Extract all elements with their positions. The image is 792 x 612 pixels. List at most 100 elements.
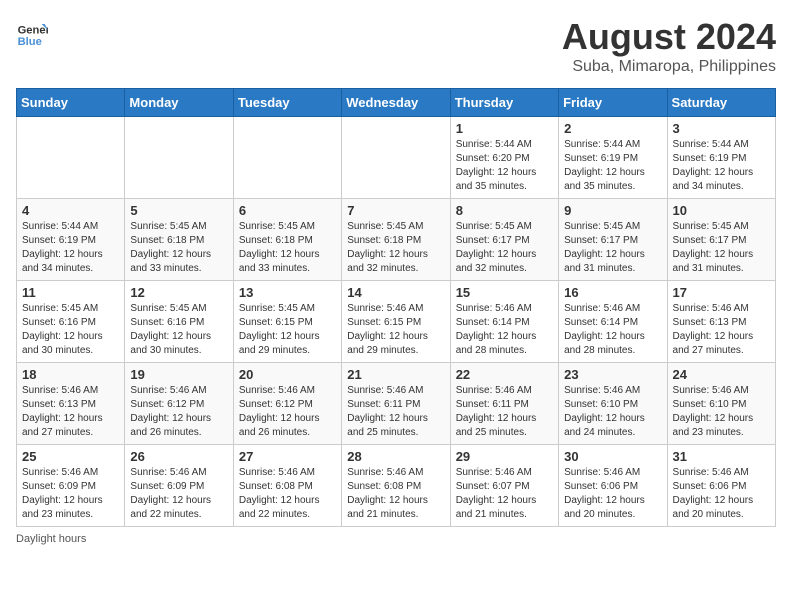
calendar-cell: 14 Sunrise: 5:46 AM Sunset: 6:15 PM Dayli… [342,281,450,363]
calendar-cell: 29 Sunrise: 5:46 AM Sunset: 6:07 PM Dayli… [450,445,558,527]
day-header-saturday: Saturday [667,89,775,117]
calendar-cell: 24 Sunrise: 5:46 AM Sunset: 6:10 PM Dayli… [667,363,775,445]
calendar-week-row: 1 Sunrise: 5:44 AM Sunset: 6:20 PM Daylig… [17,117,776,199]
day-info: Sunrise: 5:46 AM Sunset: 6:12 PM Dayligh… [239,384,336,440]
calendar-cell: 20Sunrise: 5:46 AM Sunset: 6:12 PM Dayli… [233,363,341,445]
calendar-cell: 6 Sunrise: 5:45 AM Sunset: 6:18 PM Daylig… [233,199,341,281]
calendar-cell: 26 Sunrise: 5:46 AM Sunset: 6:09 PM Dayli… [125,445,233,527]
day-number: 15 [456,285,553,300]
calendar-cell: 30 Sunrise: 5:46 AM Sunset: 6:06 PM Dayli… [559,445,667,527]
day-info: Sunrise: 5:46 AM Sunset: 6:09 PM Dayligh… [22,466,119,522]
day-number: 12 [130,285,227,300]
calendar-cell [342,117,450,199]
day-number: 29 [456,449,553,464]
day-number: 27 [239,449,336,464]
calendar-cell: 13 Sunrise: 5:45 AM Sunset: 6:15 PM Dayli… [233,281,341,363]
day-info: Sunrise: 5:45 AM Sunset: 6:17 PM Dayligh… [673,220,770,276]
calendar-cell: 22Sunrise: 5:46 AM Sunset: 6:11 PM Dayli… [450,363,558,445]
calendar-cell [233,117,341,199]
day-info: Sunrise: 5:46 AM Sunset: 6:15 PM Dayligh… [347,302,444,358]
calendar-cell: 3Sunrise: 5:44 AM Sunset: 6:19 PM Daylig… [667,117,775,199]
day-number: 8 [456,203,553,218]
day-info: Sunrise: 5:45 AM Sunset: 6:17 PM Dayligh… [564,220,661,276]
calendar-cell: 7 Sunrise: 5:45 AM Sunset: 6:18 PM Daylig… [342,199,450,281]
day-number: 13 [239,285,336,300]
calendar-week-row: 11 Sunrise: 5:45 AM Sunset: 6:16 PM Dayli… [17,281,776,363]
day-number: 10 [673,203,770,218]
day-header-sunday: Sunday [17,89,125,117]
day-number: 23 [564,367,661,382]
day-number: 7 [347,203,444,218]
day-number: 4 [22,203,119,218]
calendar-cell [17,117,125,199]
calendar-header: SundayMondayTuesdayWednesdayThursdayFrid… [17,89,776,117]
header: General Blue August 2024 Suba, Mimaropa,… [16,16,776,76]
day-number: 26 [130,449,227,464]
day-number: 31 [673,449,770,464]
day-number: 9 [564,203,661,218]
day-number: 30 [564,449,661,464]
day-number: 1 [456,121,553,136]
day-info: Sunrise: 5:45 AM Sunset: 6:18 PM Dayligh… [130,220,227,276]
day-headers-row: SundayMondayTuesdayWednesdayThursdayFrid… [17,89,776,117]
title-area: August 2024 Suba, Mimaropa, Philippines [562,16,776,76]
day-info: Sunrise: 5:46 AM Sunset: 6:11 PM Dayligh… [347,384,444,440]
day-number: 6 [239,203,336,218]
day-number: 2 [564,121,661,136]
day-info: Sunrise: 5:46 AM Sunset: 6:10 PM Dayligh… [564,384,661,440]
day-info: Sunrise: 5:45 AM Sunset: 6:16 PM Dayligh… [22,302,119,358]
calendar-body: 1 Sunrise: 5:44 AM Sunset: 6:20 PM Daylig… [17,117,776,527]
calendar-cell: 28Sunrise: 5:46 AM Sunset: 6:08 PM Dayli… [342,445,450,527]
month-year-title: August 2024 [562,16,776,58]
calendar-cell: 8Sunrise: 5:45 AM Sunset: 6:17 PM Daylig… [450,199,558,281]
day-number: 14 [347,285,444,300]
logo: General Blue [16,16,48,48]
day-info: Sunrise: 5:45 AM Sunset: 6:18 PM Dayligh… [347,220,444,276]
day-number: 25 [22,449,119,464]
day-info: Sunrise: 5:46 AM Sunset: 6:12 PM Dayligh… [130,384,227,440]
day-info: Sunrise: 5:46 AM Sunset: 6:06 PM Dayligh… [673,466,770,522]
calendar-cell: 31 Sunrise: 5:46 AM Sunset: 6:06 PM Dayli… [667,445,775,527]
day-header-tuesday: Tuesday [233,89,341,117]
day-info: Sunrise: 5:46 AM Sunset: 6:14 PM Dayligh… [564,302,661,358]
day-info: Sunrise: 5:45 AM Sunset: 6:16 PM Dayligh… [130,302,227,358]
day-number: 3 [673,121,770,136]
calendar-table: SundayMondayTuesdayWednesdayThursdayFrid… [16,88,776,527]
day-number: 22 [456,367,553,382]
calendar-week-row: 25 Sunrise: 5:46 AM Sunset: 6:09 PM Dayli… [17,445,776,527]
day-number: 16 [564,285,661,300]
day-info: Sunrise: 5:46 AM Sunset: 6:13 PM Dayligh… [673,302,770,358]
calendar-cell: 21 Sunrise: 5:46 AM Sunset: 6:11 PM Dayli… [342,363,450,445]
day-info: Sunrise: 5:46 AM Sunset: 6:10 PM Dayligh… [673,384,770,440]
calendar-cell: 10 Sunrise: 5:45 AM Sunset: 6:17 PM Dayli… [667,199,775,281]
day-info: Sunrise: 5:45 AM Sunset: 6:18 PM Dayligh… [239,220,336,276]
day-number: 5 [130,203,227,218]
day-info: Sunrise: 5:46 AM Sunset: 6:14 PM Dayligh… [456,302,553,358]
calendar-cell: 15 Sunrise: 5:46 AM Sunset: 6:14 PM Dayli… [450,281,558,363]
day-header-friday: Friday [559,89,667,117]
calendar-cell: 27Sunrise: 5:46 AM Sunset: 6:08 PM Dayli… [233,445,341,527]
calendar-cell: 18Sunrise: 5:46 AM Sunset: 6:13 PM Dayli… [17,363,125,445]
calendar-week-row: 4Sunrise: 5:44 AM Sunset: 6:19 PM Daylig… [17,199,776,281]
day-info: Sunrise: 5:44 AM Sunset: 6:20 PM Dayligh… [456,138,553,194]
day-info: Sunrise: 5:46 AM Sunset: 6:06 PM Dayligh… [564,466,661,522]
calendar-cell: 12 Sunrise: 5:45 AM Sunset: 6:16 PM Dayli… [125,281,233,363]
day-header-thursday: Thursday [450,89,558,117]
day-info: Sunrise: 5:45 AM Sunset: 6:15 PM Dayligh… [239,302,336,358]
day-number: 24 [673,367,770,382]
calendar-cell: 2 Sunrise: 5:44 AM Sunset: 6:19 PM Daylig… [559,117,667,199]
calendar-cell [125,117,233,199]
calendar-week-row: 18Sunrise: 5:46 AM Sunset: 6:13 PM Dayli… [17,363,776,445]
day-info: Sunrise: 5:46 AM Sunset: 6:09 PM Dayligh… [130,466,227,522]
day-info: Sunrise: 5:46 AM Sunset: 6:07 PM Dayligh… [456,466,553,522]
calendar-cell: 19Sunrise: 5:46 AM Sunset: 6:12 PM Dayli… [125,363,233,445]
day-info: Sunrise: 5:46 AM Sunset: 6:13 PM Dayligh… [22,384,119,440]
day-number: 11 [22,285,119,300]
calendar-cell: 9 Sunrise: 5:45 AM Sunset: 6:17 PM Daylig… [559,199,667,281]
day-number: 28 [347,449,444,464]
day-number: 21 [347,367,444,382]
footer-note: Daylight hours [16,533,776,545]
svg-text:Blue: Blue [18,36,42,48]
calendar-cell: 4Sunrise: 5:44 AM Sunset: 6:19 PM Daylig… [17,199,125,281]
day-info: Sunrise: 5:44 AM Sunset: 6:19 PM Dayligh… [564,138,661,194]
